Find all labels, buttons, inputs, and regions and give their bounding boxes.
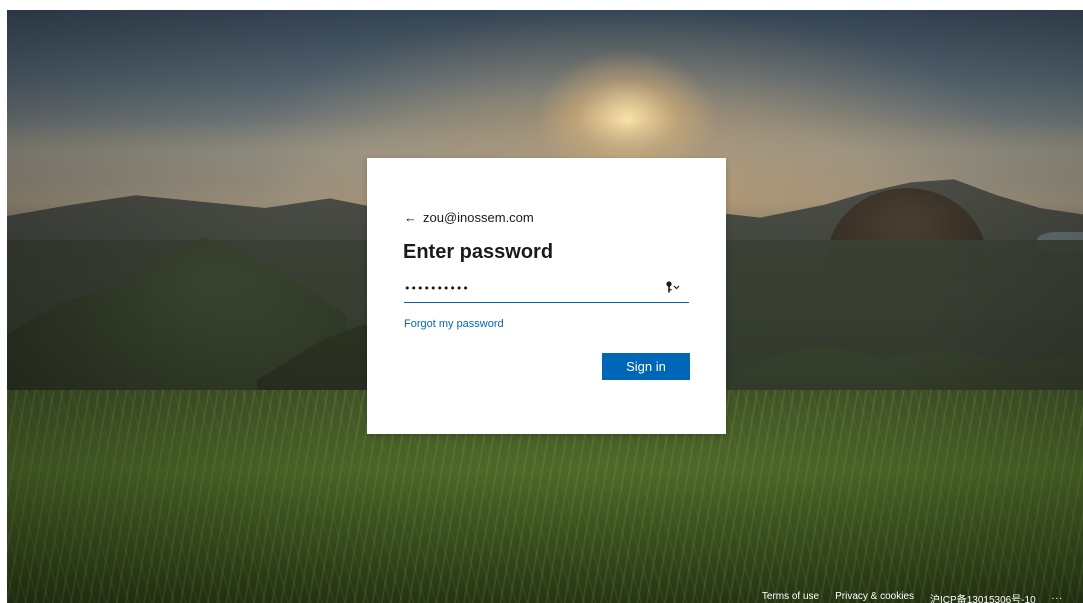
password-field-container — [404, 276, 689, 303]
forgot-password-link[interactable]: Forgot my password — [404, 318, 504, 330]
sign-in-button[interactable]: Sign in — [602, 353, 690, 380]
key-icon[interactable] — [665, 280, 681, 294]
password-input[interactable] — [404, 276, 654, 300]
page-title: Enter password — [403, 241, 554, 263]
more-options-icon[interactable]: ... — [1052, 591, 1063, 603]
back-to-account-button[interactable]: ← zou@inossem.com — [404, 210, 534, 225]
footer: Terms of use Privacy & cookies 沪ICP备1301… — [762, 591, 1063, 603]
signin-card: ← zou@inossem.com Enter password Forgot … — [367, 158, 726, 434]
account-email: zou@inossem.com — [423, 210, 534, 225]
privacy-link[interactable]: Privacy & cookies — [835, 591, 914, 603]
icp-link[interactable]: 沪ICP备13015306号-10 — [930, 591, 1036, 603]
terms-link[interactable]: Terms of use — [762, 591, 819, 603]
back-arrow-icon: ← — [404, 210, 417, 225]
